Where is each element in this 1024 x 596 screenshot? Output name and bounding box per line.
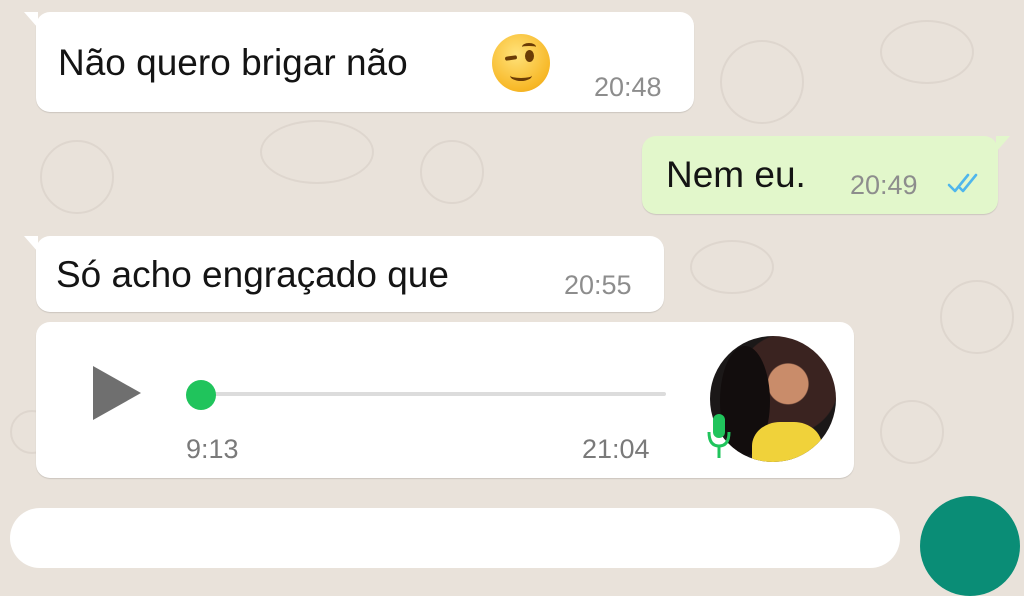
message-time: 21:04 bbox=[582, 434, 650, 464]
message-text: Nem eu. bbox=[666, 154, 806, 195]
message-time: 20:55 bbox=[564, 270, 632, 300]
message-text: Só acho engraçado que bbox=[56, 254, 449, 295]
microphone-icon bbox=[707, 414, 731, 458]
incoming-message-bubble[interactable]: Não quero brigar não 20:48 bbox=[24, 12, 694, 112]
audio-progress-track[interactable] bbox=[198, 392, 666, 396]
message-time: 20:49 bbox=[850, 170, 918, 200]
audio-duration: 9:13 bbox=[186, 434, 239, 464]
double-check-read-icon bbox=[947, 173, 978, 193]
play-icon[interactable] bbox=[93, 366, 141, 420]
message-time: 20:48 bbox=[594, 72, 662, 102]
message-text: Não quero brigar não bbox=[58, 42, 408, 83]
audio-seek-handle[interactable] bbox=[186, 380, 216, 410]
smirking-face-emoji-icon bbox=[492, 34, 550, 92]
microphone-send-button[interactable] bbox=[920, 496, 1020, 596]
incoming-message-bubble[interactable]: Só acho engraçado que 20:55 bbox=[24, 236, 664, 312]
outgoing-message-bubble[interactable]: Nem eu. 20:49 bbox=[642, 136, 1010, 214]
message-input-bar[interactable] bbox=[10, 508, 900, 568]
